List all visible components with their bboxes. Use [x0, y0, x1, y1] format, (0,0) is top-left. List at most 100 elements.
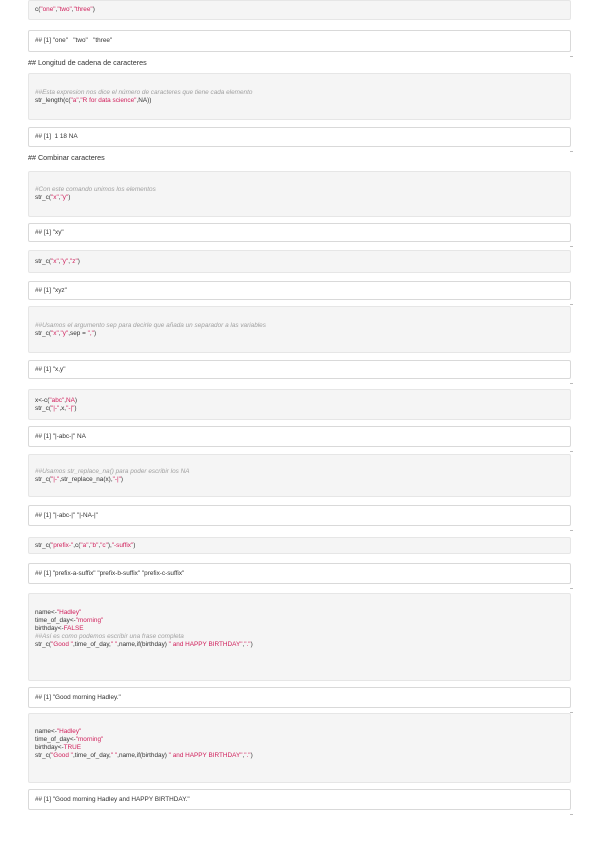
code-token: name<- — [35, 728, 57, 735]
output-chunk: ## [1] "Good morning Hadley and HAPPY BI… — [28, 789, 571, 810]
code-token: name<- — [35, 609, 57, 616]
code-token: x<-c( — [35, 396, 50, 404]
output-line: ## [1] "|-abc-|" "|-NA-|" — [35, 512, 564, 520]
comment-token: ##Así es como podemos escribir una frase… — [35, 633, 184, 640]
code-token: ## [1] "x,y" — [35, 365, 66, 373]
scroll-tick — [570, 304, 573, 305]
code-token: ,NA)) — [136, 96, 152, 104]
code-token: ) — [92, 6, 95, 13]
code-token: ,sep = — [68, 329, 88, 337]
code-token: ## [1] "Good morning Hadley and HAPPY BI… — [35, 795, 190, 803]
code-chunk: name<-"Hadley" time_of_day<-"morning" birt… — [28, 713, 571, 783]
code-line: name<-"Hadley" — [35, 728, 564, 736]
string-token: "x" — [50, 257, 59, 265]
code-token: ) — [250, 752, 253, 759]
code-chunk: x<-c("abc",NA) str_c("|-",x,"-|") — [28, 389, 571, 420]
code-line: time_of_day<-"morning" — [35, 736, 564, 744]
code-token: str_c( — [35, 329, 51, 337]
comment-token: #Con este comando unimos los elementos — [35, 186, 156, 193]
code-token: ## [1] "xy" — [35, 228, 64, 236]
code-token: ,time_of_day, — [72, 641, 111, 648]
code-token: ,name,if(birthday) — [117, 641, 169, 648]
code-token: str_c( — [35, 257, 51, 265]
string-token: "three" — [73, 6, 93, 13]
output-chunk: ## [1] "xyz" — [28, 281, 571, 300]
output-line: ## [1] "|-abc-|" NA — [35, 433, 564, 441]
keyword-token: NA — [66, 396, 75, 404]
code-token: ) — [68, 194, 71, 201]
document-page: c("one","two","three") ## [1] "one" "two"… — [0, 0, 599, 848]
comment-token: ##Esta expresion nos dice el número de c… — [35, 88, 253, 96]
scroll-tick — [570, 56, 573, 57]
output-chunk: ## [1] 1 18 NA — [28, 127, 571, 147]
code-token: ## [1] "|-abc-|" "|-NA-|" — [35, 511, 98, 519]
code-line: c("one","two","three") — [35, 6, 564, 14]
code-token: birthday<- — [35, 744, 64, 751]
code-line: str_c("|-",x,"-|") — [35, 405, 564, 413]
string-token: "prefix-" — [50, 541, 74, 549]
string-token: "Good " — [50, 752, 73, 759]
code-chunk: ##Esta expresion nos dice el número de c… — [28, 73, 571, 120]
code-line: ##Usamos el argumento sep para decirle q… — [35, 322, 564, 330]
code-token: birthday<- — [35, 625, 64, 632]
code-token: ## [1] 1 18 NA — [35, 133, 78, 140]
output-line: ## [1] "Good morning Hadley and HAPPY BI… — [35, 796, 564, 804]
scroll-tick — [570, 383, 573, 384]
code-token: ## [1] "prefix-a-suffix" "prefix-b-suffi… — [35, 569, 185, 577]
code-line: #Con este comando unimos los elementos — [35, 186, 564, 194]
output-chunk: ## [1] "xy" — [28, 223, 571, 242]
code-token: ## [1] "xyz" — [35, 286, 67, 294]
string-token: "a" — [70, 96, 79, 104]
code-line: str_c("Good ",time_of_day," ",name,if(bi… — [35, 752, 564, 760]
output-line: ## [1] "xy" — [35, 229, 564, 237]
output-chunk: ## [1] "one" "two" "three" — [28, 30, 571, 52]
code-line: x<-c("abc",NA) — [35, 397, 564, 405]
scroll-tick — [570, 814, 573, 815]
code-token: ,str_replace_na(x), — [59, 475, 113, 483]
code-token: ) — [250, 641, 253, 648]
code-line: str_c("prefix-",c("a","b","c"),"-suffix"… — [35, 542, 564, 550]
code-line: ##Esta expresion nos dice el número de c… — [35, 89, 564, 97]
code-token: str_c( — [35, 752, 51, 759]
code-line: str_length(c("a","R for data science",NA… — [35, 97, 564, 105]
code-token: ) — [74, 404, 77, 412]
string-token: "abc" — [49, 396, 65, 404]
code-chunk: #Con este comando unimos los elementos st… — [28, 171, 571, 217]
string-token: "x" — [50, 194, 59, 201]
code-token: str_c( — [35, 475, 51, 483]
code-token: str_c( — [35, 404, 51, 412]
code-token: ) — [120, 475, 124, 483]
code-line: str_c("x","y") — [35, 194, 564, 202]
code-chunk: ##Usamos el argumento sep para decirle q… — [28, 306, 571, 353]
string-token: "-|" — [112, 475, 121, 483]
code-line: str_c("x","y",sep = ",") — [35, 330, 564, 338]
output-line: ## [1] "xyz" — [35, 287, 564, 295]
string-token: "R for data science" — [80, 96, 137, 104]
code-line: time_of_day<-"morning" — [35, 617, 564, 625]
code-line: str_c("x","y","z") — [35, 258, 564, 266]
comment-token: ##Usamos str_replace_na() para poder esc… — [35, 467, 190, 475]
code-token: str_c( — [35, 541, 51, 549]
keyword-token: TRUE — [63, 744, 82, 751]
code-token: ,name,if(birthday) — [117, 752, 169, 759]
code-line: ##Usamos str_replace_na() para poder esc… — [35, 468, 564, 476]
scroll-tick — [570, 246, 573, 247]
code-line: name<-"Hadley" — [35, 609, 564, 617]
code-token: str_length(c( — [35, 96, 71, 104]
string-token: "c" — [100, 541, 108, 549]
code-token: ## [1] "one" "two" "three" — [35, 37, 113, 44]
string-token: "Hadley" — [56, 609, 82, 616]
string-token: " and HAPPY BIRTHDAY" — [168, 752, 243, 759]
string-token: "-suffix" — [111, 541, 134, 549]
string-token: "one" — [40, 6, 56, 13]
code-chunk: str_c("prefix-",c("a","b","c"),"-suffix"… — [28, 537, 571, 554]
code-line: birthday<-TRUE — [35, 744, 564, 752]
string-token: "x" — [50, 329, 59, 337]
code-chunk: name<-"Hadley" time_of_day<-"morning" birt… — [28, 593, 571, 681]
code-token: ## [1] "Good morning Hadley." — [35, 693, 121, 701]
code-token: ) — [74, 396, 78, 404]
code-line: birthday<-FALSE — [35, 625, 564, 633]
code-token: ) — [133, 541, 136, 549]
output-chunk: ## [1] "x,y" — [28, 360, 571, 379]
output-chunk: ## [1] "|-abc-|" NA — [28, 426, 571, 447]
